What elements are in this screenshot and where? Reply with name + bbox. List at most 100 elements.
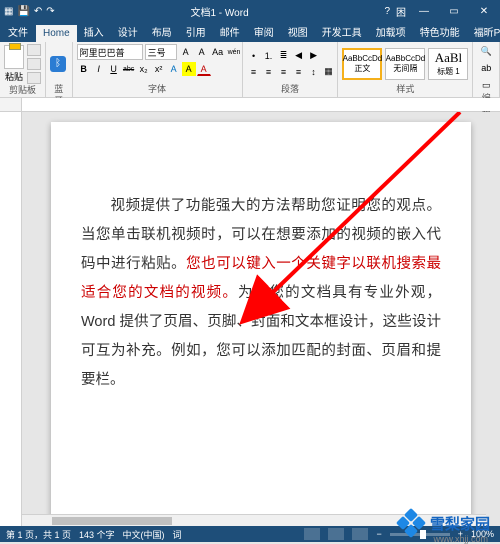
text-effects-button[interactable]: A [167, 62, 181, 76]
justify-button[interactable]: ≡ [292, 65, 306, 79]
tab-foxit-pdf[interactable]: 福昕PDF [467, 21, 500, 42]
shrink-font-button[interactable]: A [195, 45, 209, 59]
style-preview: AaBl [435, 50, 462, 66]
undo-icon[interactable]: ↶ [34, 6, 42, 17]
style-name: 正文 [354, 63, 370, 74]
numbering-button[interactable]: 1. [262, 49, 276, 63]
group-font: A A Aa wén B I U abc x₂ x² A A A 字体 [73, 42, 243, 97]
replace-button[interactable]: ab [479, 61, 493, 75]
watermark-text: 雪梨家园 [430, 513, 490, 534]
cut-icon[interactable] [27, 44, 41, 56]
phonetic-guide-button[interactable]: wén [227, 45, 242, 59]
ruler-vertical[interactable] [0, 112, 22, 526]
style-no-spacing[interactable]: AaBbCcDd 无间隔 [385, 48, 425, 80]
tab-design[interactable]: 设计 [111, 21, 145, 42]
copy-icon[interactable] [27, 58, 41, 70]
tab-file[interactable]: 文件 [0, 21, 36, 42]
page-scroll-area[interactable]: 视频提供了功能强大的方法帮助您证明您的观点。当您单击联机视频时，可以在想要添加的… [22, 112, 500, 526]
line-spacing-button[interactable]: ↕ [307, 65, 321, 79]
style-normal[interactable]: AaBbCcDd 正文 [342, 48, 382, 80]
window-title: 文档1 - Word [55, 4, 385, 19]
align-right-button[interactable]: ≡ [277, 65, 291, 79]
scrollbar-thumb[interactable] [52, 517, 172, 525]
tab-review[interactable]: 审阅 [247, 21, 281, 42]
redo-icon[interactable]: ↷ [46, 6, 54, 17]
view-read-mode-icon[interactable] [304, 528, 320, 540]
tab-mailings[interactable]: 邮件 [213, 21, 247, 42]
quick-access-toolbar: ▦ 💾 ↶ ↷ [4, 6, 55, 17]
style-preview: AaBbCcDd [386, 54, 426, 63]
title-bar: ▦ 💾 ↶ ↷ 文档1 - Word ? 困 — ▭ ✕ [0, 0, 500, 22]
group-font-label: 字体 [77, 83, 238, 95]
italic-button[interactable]: I [92, 62, 106, 76]
view-web-layout-icon[interactable] [352, 528, 368, 540]
style-preview: AaBbCcDd [343, 54, 383, 63]
tab-developer[interactable]: 开发工具 [315, 21, 369, 42]
minimize-button[interactable]: — [412, 6, 436, 17]
style-name: 无间隔 [393, 63, 417, 74]
paste-button[interactable]: 粘贴 [4, 45, 24, 83]
multilevel-list-button[interactable]: ≣ [277, 49, 291, 63]
highlight-button[interactable]: A [182, 62, 196, 76]
change-case-button[interactable]: Aa [211, 45, 225, 59]
align-center-button[interactable]: ≡ [262, 65, 276, 79]
format-painter-icon[interactable] [27, 72, 41, 84]
style-name: 标题 1 [437, 66, 460, 77]
shading-button[interactable]: ▦ [322, 65, 336, 79]
select-button[interactable]: ▭ [479, 78, 493, 92]
help-icon[interactable]: ? [384, 6, 390, 17]
document-area: 视频提供了功能强大的方法帮助您证明您的观点。当您单击联机视频时，可以在想要添加的… [0, 112, 500, 526]
group-paragraph-label: 段落 [247, 83, 334, 95]
font-color-button[interactable]: A [197, 62, 211, 76]
font-family-select[interactable] [77, 44, 143, 60]
word-app-icon: ▦ [4, 6, 13, 17]
underline-button[interactable]: U [107, 62, 121, 76]
tab-home[interactable]: Home [36, 25, 77, 42]
superscript-button[interactable]: x² [152, 62, 166, 76]
group-editing: 🔍 ab ▭ 编辑 [473, 42, 500, 97]
ribbon-tabs: 文件 Home 插入 设计 布局 引用 邮件 审阅 视图 开发工具 加载项 特色… [0, 22, 500, 42]
body-paragraph[interactable]: 视频提供了功能强大的方法帮助您证明您的观点。当您单击联机视频时，可以在想要添加的… [81, 192, 441, 395]
group-paragraph: • 1. ≣ ◀ ▶ ≡ ≡ ≡ ≡ ↕ ▦ 段落 [243, 42, 339, 97]
bluetooth-icon[interactable]: ᛒ [50, 56, 66, 72]
tab-references[interactable]: 引用 [179, 21, 213, 42]
clipboard-icon [4, 45, 24, 69]
tab-insert[interactable]: 插入 [77, 21, 111, 42]
strikethrough-button[interactable]: abc [122, 62, 136, 76]
increase-indent-button[interactable]: ▶ [307, 49, 321, 63]
ruler-horizontal-area [0, 98, 500, 112]
status-page[interactable]: 第 1 页，共 1 页 [6, 528, 71, 541]
tab-layout[interactable]: 布局 [145, 21, 179, 42]
save-icon[interactable]: 💾 [17, 6, 29, 17]
watermark: 雪梨家园 [398, 510, 490, 536]
grow-font-button[interactable]: A [179, 45, 193, 59]
status-language[interactable]: 中文(中国) [123, 528, 165, 541]
bold-button[interactable]: B [77, 62, 91, 76]
close-button[interactable]: ✕ [472, 6, 496, 17]
find-button[interactable]: 🔍 [479, 44, 493, 58]
tab-addins[interactable]: 加载项 [369, 21, 413, 42]
status-word-count[interactable]: 143 个字 [79, 528, 115, 541]
group-styles: AaBbCcDd 正文 AaBbCcDd 无间隔 AaBl 标题 1 样式 [338, 42, 473, 97]
subscript-button[interactable]: x₂ [137, 62, 151, 76]
zoom-out-button[interactable]: − [376, 529, 381, 539]
tab-features[interactable]: 特色功能 [413, 21, 467, 42]
decrease-indent-button[interactable]: ◀ [292, 49, 306, 63]
watermark-logo-icon [398, 510, 424, 536]
tab-view[interactable]: 视图 [281, 21, 315, 42]
bullets-button[interactable]: • [247, 49, 261, 63]
ruler-horizontal[interactable] [22, 98, 500, 111]
ribbon: 粘贴 剪贴板 ᛒ 蓝牙 A A Aa wén B [0, 42, 500, 98]
status-ime[interactable]: 词 [173, 528, 182, 541]
group-styles-label: 样式 [342, 83, 468, 95]
font-size-select[interactable] [145, 44, 177, 60]
align-left-button[interactable]: ≡ [247, 65, 261, 79]
page[interactable]: 视频提供了功能强大的方法帮助您证明您的观点。当您单击联机视频时，可以在想要添加的… [51, 122, 471, 526]
style-heading1[interactable]: AaBl 标题 1 [428, 48, 468, 80]
group-clipboard: 粘贴 剪贴板 [0, 42, 46, 97]
account-icon[interactable]: 困 [396, 4, 406, 19]
view-print-layout-icon[interactable] [328, 528, 344, 540]
group-bluetooth: ᛒ 蓝牙 [46, 42, 73, 97]
restore-button[interactable]: ▭ [442, 6, 466, 17]
group-clipboard-label: 剪贴板 [4, 84, 41, 96]
